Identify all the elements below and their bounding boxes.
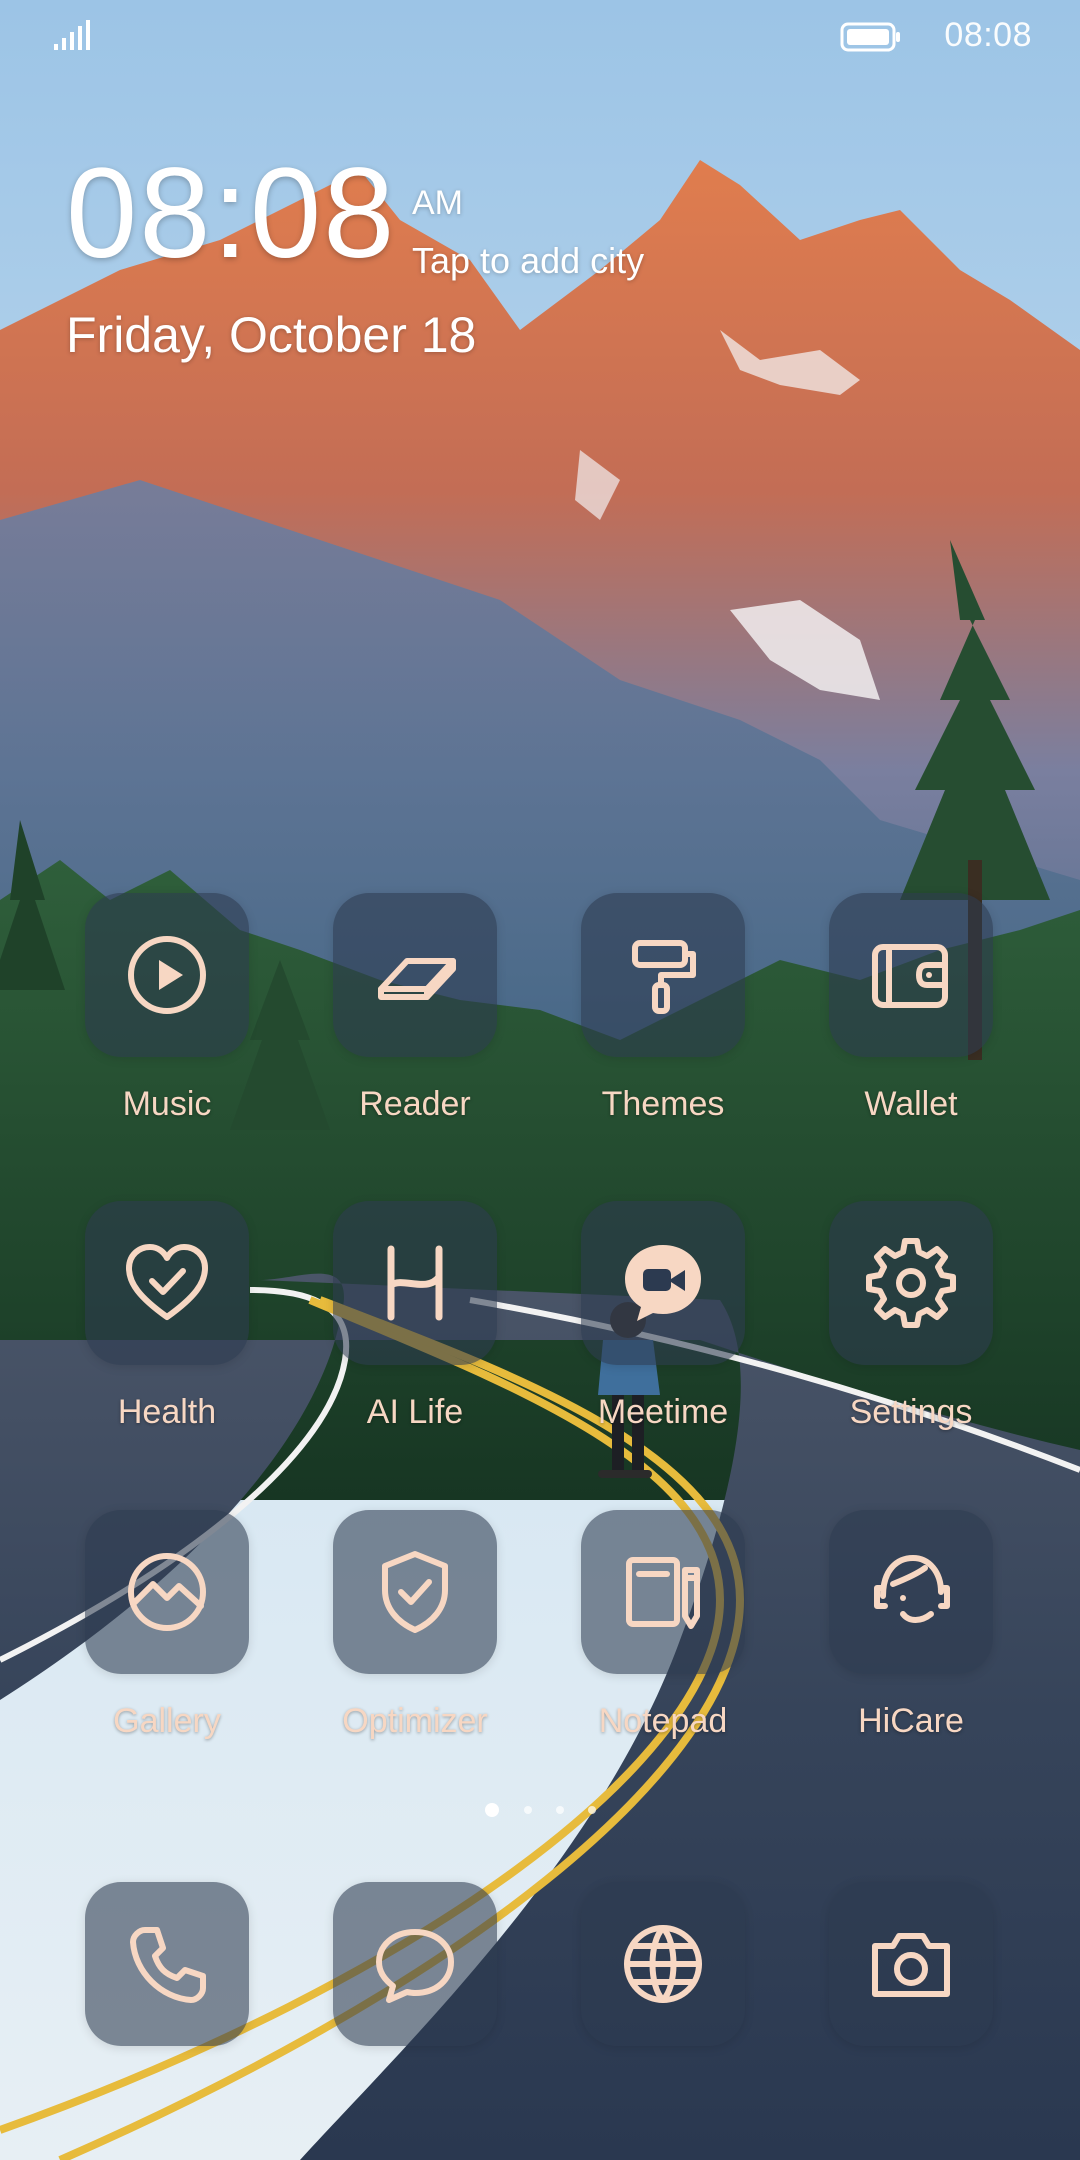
app-tile[interactable] xyxy=(829,1510,993,1674)
clock-date: Friday, October 18 xyxy=(66,307,477,363)
clock-time[interactable]: 08:08 xyxy=(66,150,396,278)
page-dot-active[interactable] xyxy=(485,1803,499,1817)
add-city-link[interactable]: Tap to add city xyxy=(412,240,644,282)
dock-messages[interactable] xyxy=(291,1882,539,2046)
app-tile[interactable] xyxy=(581,1201,745,1365)
dock-camera[interactable] xyxy=(787,1882,1035,2046)
phone-icon xyxy=(130,1927,206,2003)
app-label: Themes xyxy=(601,1085,725,1123)
book-eraser-icon xyxy=(378,958,456,1000)
message-icon xyxy=(376,1929,454,2003)
app-tile[interactable] xyxy=(333,893,497,1057)
app-optimizer[interactable]: Optimizer xyxy=(291,1510,539,1741)
app-settings[interactable]: Settings xyxy=(787,1201,1035,1432)
notepad-icon xyxy=(626,1557,700,1629)
app-tile[interactable] xyxy=(333,1882,497,2046)
app-tile[interactable] xyxy=(581,893,745,1057)
app-label: AI Life xyxy=(366,1393,464,1431)
app-label: Health xyxy=(117,1393,217,1431)
shield-check-icon xyxy=(382,1551,448,1633)
paint-roller-icon xyxy=(632,940,696,1014)
app-tile[interactable] xyxy=(85,1510,249,1674)
status-bar: 08:08 xyxy=(0,0,1080,72)
app-wallet[interactable]: Wallet xyxy=(787,893,1035,1124)
heart-check-icon xyxy=(126,1244,208,1320)
app-tile[interactable] xyxy=(85,1882,249,2046)
app-label: Meetime xyxy=(597,1393,729,1431)
app-gallery[interactable]: Gallery xyxy=(43,1510,291,1741)
ai-life-icon xyxy=(387,1245,443,1321)
app-tile[interactable] xyxy=(581,1510,745,1674)
video-chat-icon xyxy=(625,1245,701,1321)
camera-icon xyxy=(872,1933,950,1997)
app-tile[interactable] xyxy=(85,893,249,1057)
dock-browser[interactable] xyxy=(539,1882,787,2046)
app-label: Reader xyxy=(359,1085,471,1123)
page-dot[interactable] xyxy=(588,1806,596,1814)
gallery-icon xyxy=(128,1553,206,1631)
wallet-icon xyxy=(872,944,948,1008)
app-tile[interactable] xyxy=(333,1201,497,1365)
app-health[interactable]: Health xyxy=(43,1201,291,1432)
app-ai-life[interactable]: AI Life xyxy=(291,1201,539,1432)
app-tile[interactable] xyxy=(333,1510,497,1674)
dock-phone[interactable] xyxy=(43,1882,291,2046)
headset-icon xyxy=(874,1555,950,1623)
app-tile[interactable] xyxy=(829,893,993,1057)
status-time: 08:08 xyxy=(944,16,1032,54)
page-dot[interactable] xyxy=(524,1806,532,1814)
app-label: Notepad xyxy=(598,1702,728,1740)
app-tile[interactable] xyxy=(829,1882,993,2046)
app-label: Settings xyxy=(849,1393,973,1431)
app-label: Optimizer xyxy=(342,1702,488,1740)
page-indicator[interactable] xyxy=(480,1803,600,1819)
gear-icon xyxy=(866,1238,956,1328)
app-themes[interactable]: Themes xyxy=(539,893,787,1124)
battery-icon xyxy=(840,22,900,52)
app-tile[interactable] xyxy=(829,1201,993,1365)
app-reader[interactable]: Reader xyxy=(291,893,539,1124)
app-label: HiCare xyxy=(858,1702,964,1740)
app-music[interactable]: Music xyxy=(43,893,291,1124)
play-circle-icon xyxy=(128,936,206,1014)
globe-icon xyxy=(624,1925,702,2003)
app-label: Music xyxy=(122,1085,212,1123)
app-label: Wallet xyxy=(864,1085,958,1123)
app-label: Gallery xyxy=(113,1702,221,1740)
app-hicare[interactable]: HiCare xyxy=(787,1510,1035,1741)
app-meetime[interactable]: Meetime xyxy=(539,1201,787,1432)
signal-bars-icon xyxy=(54,20,90,50)
app-tile[interactable] xyxy=(85,1201,249,1365)
app-tile[interactable] xyxy=(581,1882,745,2046)
clock-am-pm: AM xyxy=(412,184,463,222)
page-dot[interactable] xyxy=(556,1806,564,1814)
app-notepad[interactable]: Notepad xyxy=(539,1510,787,1741)
